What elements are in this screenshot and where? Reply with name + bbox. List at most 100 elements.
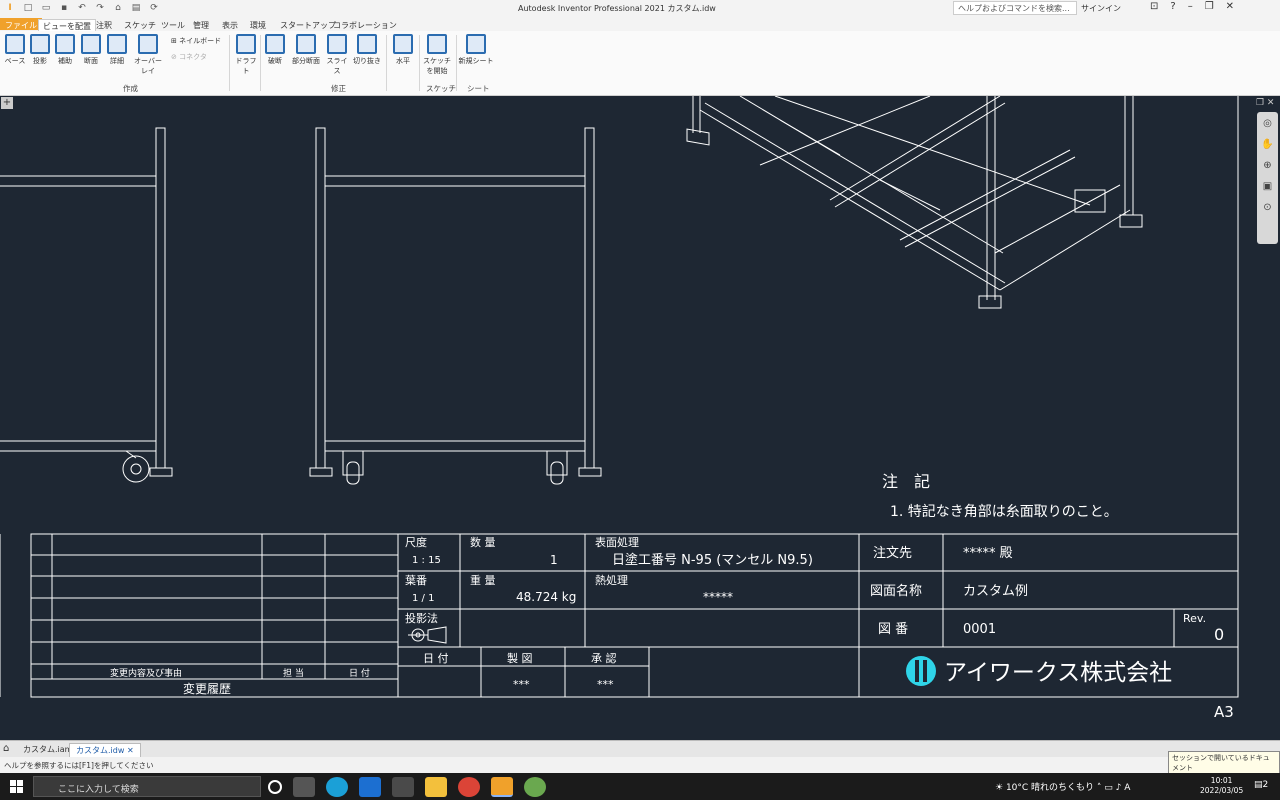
base-view-icon [5, 34, 25, 54]
approved-value: *** [597, 678, 614, 691]
app-icon[interactable] [524, 777, 546, 797]
pan-icon[interactable]: ✋ [1261, 139, 1273, 150]
crop-button[interactable]: 切り抜き [352, 34, 382, 66]
tab-annotate[interactable]: 注釈 [92, 19, 116, 31]
window-restore-icon[interactable]: ❐ ✕ [1256, 98, 1274, 108]
section-view-button[interactable]: 断面 [78, 34, 104, 66]
weight-label: 重 量 [470, 573, 496, 587]
customer-label: 注文先 [873, 546, 912, 561]
start-sketch-button[interactable]: スケッチを開始 [421, 34, 453, 76]
minimize-button[interactable]: – [1188, 1, 1193, 12]
crop-icon [357, 34, 377, 54]
clock-date: 2022/03/05 [1200, 786, 1244, 795]
weather-text[interactable]: 10°C 晴れのちくもり [1006, 783, 1094, 793]
chrome-icon[interactable] [458, 777, 480, 797]
help-search-input[interactable]: ヘルプおよびコマンドを検索... [953, 1, 1077, 15]
nailboard-button[interactable]: ⊞ ネイルボード [171, 36, 221, 46]
auxiliary-view-button[interactable]: 補助 [52, 34, 78, 66]
orbit-icon[interactable]: ⊙ [1263, 202, 1271, 213]
surface-value: 日塗工番号 N-95 (マンセル N9.5) [612, 552, 813, 568]
doc-tab-idw[interactable]: カスタム.idw ✕ [69, 743, 141, 758]
drawn-label: 製 図 [507, 651, 533, 665]
projected-view-icon [30, 34, 50, 54]
home-icon[interactable]: ⌂ [112, 2, 124, 14]
clock[interactable]: 10:01 2022/03/05 [1200, 776, 1243, 796]
maximize-button[interactable]: ❐ [1205, 1, 1214, 12]
task-view-icon[interactable] [293, 777, 315, 797]
overlay-view-button[interactable]: オーバーレイ [131, 34, 165, 76]
cortana-icon[interactable] [268, 780, 282, 794]
company-logo [906, 656, 936, 686]
connector-button[interactable]: ⊘ コネクタ [171, 52, 207, 62]
rev-label: Rev. [1183, 612, 1206, 625]
scale-label: 尺度 [405, 535, 427, 549]
tab-environments[interactable]: 環境 [246, 19, 270, 31]
store-icon[interactable] [392, 777, 414, 797]
windows-start-icon[interactable] [10, 780, 23, 793]
redo-icon[interactable]: ↷ [94, 2, 106, 14]
group-label-create: 作成 [123, 84, 138, 93]
taskbar-apps [268, 777, 546, 797]
ribbon-separator [260, 35, 261, 91]
tab-collaborate[interactable]: コラボレーション [329, 19, 401, 31]
drawing-name-value: カスタム例 [963, 584, 1028, 599]
slice-button[interactable]: スライス [324, 34, 350, 76]
drawing-no-label: 図 番 [878, 622, 908, 637]
taskbar-search-input[interactable]: ここに入力して検索 [33, 776, 261, 797]
new-file-icon[interactable]: □ [22, 2, 34, 14]
approved-label: 承 認 [591, 651, 617, 665]
drawing-canvas[interactable]: 注 記 1. 特記なき角部は糸面取りのこと。 A3 変更内容及び事由 担 当 日… [0, 96, 1280, 740]
help-icon[interactable]: ? [1170, 1, 1175, 12]
new-sheet-button[interactable]: 新規シート [458, 34, 494, 66]
tab-view[interactable]: 表示 [218, 19, 242, 31]
navigation-bar: ◎ ✋ ⊕ ▣ ⊙ [1257, 112, 1278, 244]
expand-browser-icon[interactable]: + [1, 97, 13, 109]
revision-reason-header: 変更内容及び事由 [110, 667, 182, 679]
undo-icon[interactable]: ↶ [76, 2, 88, 14]
front-view-left [0, 127, 173, 483]
base-view-button[interactable]: ベース [2, 34, 28, 66]
update-icon[interactable]: ⟳ [148, 2, 160, 14]
drawing-sheet: 注 記 1. 特記なき角部は糸面取りのこと。 A3 変更内容及び事由 担 当 日… [0, 96, 1239, 721]
close-tab-icon[interactable]: ✕ [127, 746, 134, 755]
save-icon[interactable]: ▪ [58, 2, 70, 14]
isometric-view [686, 96, 1143, 309]
tab-sketch[interactable]: スケッチ [120, 19, 160, 31]
draft-view-button[interactable]: ドラフト [233, 34, 259, 76]
break-out-button[interactable]: 部分断面 [289, 34, 323, 66]
edge-icon[interactable] [326, 777, 348, 797]
close-button[interactable]: ✕ [1226, 1, 1234, 12]
signin-link[interactable]: サインイン [1081, 3, 1121, 14]
revision-table [30, 533, 399, 698]
open-icon[interactable]: ▭ [40, 2, 52, 14]
rev-value: 0 [1214, 625, 1224, 644]
overlay-view-icon [138, 34, 158, 54]
inventor-icon[interactable] [491, 777, 513, 797]
app-logo-icon[interactable]: I [4, 2, 16, 14]
mail-icon[interactable] [359, 777, 381, 797]
ribbon-separator [386, 35, 387, 91]
zoom-window-icon[interactable]: ▣ [1263, 181, 1272, 192]
ribbon: ベース 投影 補助 断面 詳細 オーバーレイ ⊞ ネイルボード ⊘ コネクタ ド… [0, 31, 1280, 96]
print-icon[interactable]: ▤ [130, 2, 142, 14]
horizontal-align-button[interactable]: 水平 [390, 34, 416, 66]
projected-view-button[interactable]: 投影 [27, 34, 53, 66]
windows-taskbar: ここに入力して検索 ☀ 10°C 晴れのちくもり ˄ ▭ ♪ A 10:01 2… [0, 773, 1280, 800]
tab-place-views[interactable]: ビューを配置 [38, 19, 96, 31]
group-label-sketch: スケッチ [426, 84, 456, 93]
break-button[interactable]: 破断 [262, 34, 288, 66]
tab-tools[interactable]: ツール [157, 19, 189, 31]
tab-file[interactable]: ファイル [0, 18, 42, 30]
zoom-icon[interactable]: ⊕ [1263, 160, 1271, 171]
document-tabs: ⌂ カスタム.iam カスタム.idw ✕ [0, 740, 1280, 758]
heat-treatment-value: ***** [703, 590, 733, 604]
tab-manage[interactable]: 管理 [189, 19, 213, 31]
notifications-icon[interactable]: ▤2 [1254, 780, 1268, 790]
steering-wheel-icon[interactable]: ◎ [1263, 118, 1272, 129]
detail-view-button[interactable]: 詳細 [104, 34, 130, 66]
file-explorer-icon[interactable] [425, 777, 447, 797]
home-icon[interactable]: ⌂ [3, 743, 9, 754]
group-label-modify: 修正 [331, 84, 346, 93]
cart-icon[interactable]: ⊡ [1150, 1, 1158, 12]
ribbon-separator [419, 35, 420, 91]
